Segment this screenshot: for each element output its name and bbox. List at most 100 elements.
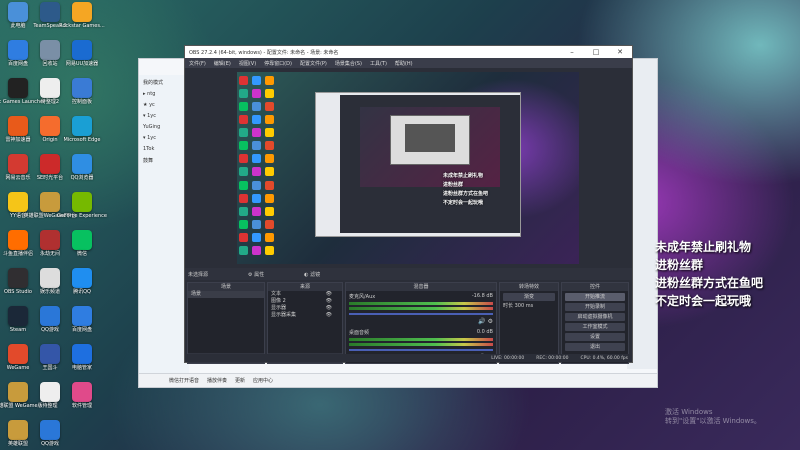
desktop-icon[interactable]: 此电脑: [2, 2, 34, 42]
desktop-icon[interactable]: 软件管理: [66, 382, 98, 422]
obs-window: OBS 27.2.4 (64-bit, windows) - 配置文件: 未命名…: [184, 45, 633, 364]
obs-title: OBS 27.2.4 (64-bit, windows) - 配置文件: 未命名…: [189, 49, 339, 56]
background-bottom-bar: 微信打开语音 播放伴奏 更新 应用中心: [139, 373, 657, 387]
preview-app-icon: [252, 128, 261, 138]
desktop-icon[interactable]: Epic Games Launcher: [0, 78, 45, 118]
control-button[interactable]: 退出: [565, 343, 625, 351]
gear-icon[interactable]: ⚙: [486, 318, 493, 325]
menu-item[interactable]: 工具(T): [370, 60, 387, 67]
eye-icon[interactable]: 👁: [326, 312, 332, 319]
control-button[interactable]: 开始录制: [565, 303, 625, 311]
desktop-icon-label: 腾讯QQ: [73, 289, 91, 295]
source-item[interactable]: 图像 2 👁: [268, 298, 342, 305]
preview-app-icon: [252, 232, 261, 242]
control-button[interactable]: 开始推流: [565, 293, 625, 301]
desktop-icon[interactable]: 腾讯QQ: [66, 268, 98, 308]
menu-item[interactable]: 文件(F): [189, 60, 206, 67]
volume-slider[interactable]: [349, 349, 493, 351]
bottom-bar-item[interactable]: 应用中心: [253, 377, 273, 384]
desktop-icon[interactable]: 待整理2: [34, 78, 66, 118]
scene-item[interactable]: 场景: [188, 291, 264, 298]
preview-nested-window: [315, 92, 521, 237]
desktop-icon[interactable]: Rockstar Games...: [59, 2, 105, 42]
close-icon[interactable]: ✕: [608, 48, 632, 56]
desktop-icon-label: Steam: [9, 327, 27, 333]
contact-list-item[interactable]: ★ yc: [143, 102, 185, 108]
desktop-icon[interactable]: 英雄联盟WeGame平台: [24, 192, 76, 232]
preview-app-icon: [265, 128, 274, 138]
contact-list-item[interactable]: 我的模式: [143, 79, 185, 86]
source-item[interactable]: 显示器采集 👁: [268, 312, 342, 319]
control-button[interactable]: 工作室模式: [565, 323, 625, 331]
speaker-icon[interactable]: 🔊: [478, 318, 485, 325]
bottom-bar-item[interactable]: 更新: [235, 377, 245, 384]
desktop-icon[interactable]: Origin: [34, 116, 66, 156]
desktop-icon[interactable]: Steam: [2, 306, 34, 346]
contact-list-item[interactable]: ▾ 1yc: [143, 135, 185, 141]
desktop-icon-label: 斗鱼直播伴侣: [2, 251, 33, 257]
desktop-icon[interactable]: 微信: [66, 230, 98, 270]
control-button[interactable]: 启动虚拟摄像机: [565, 313, 625, 321]
preview-app-icon: [252, 245, 261, 255]
contact-list-item[interactable]: ▸ ntg: [143, 91, 185, 97]
desktop-icon[interactable]: OBS Studio: [2, 268, 34, 308]
desktop-icon[interactable]: 电脑管家: [66, 344, 98, 384]
contact-list-item[interactable]: 鼓舞: [143, 157, 185, 164]
source-item[interactable]: 显示器 👁: [268, 305, 342, 312]
desktop-icon[interactable]: 雷神加速器: [2, 116, 34, 156]
obs-title-bar[interactable]: OBS 27.2.4 (64-bit, windows) - 配置文件: 未命名…: [185, 46, 632, 58]
desktop-icon[interactable]: 百度网盘: [66, 306, 98, 346]
desktop-icon[interactable]: WeGame: [2, 344, 34, 384]
volume-slider[interactable]: [349, 313, 493, 315]
desktop-icon[interactable]: 网易UU加速器: [66, 40, 98, 80]
transition-select[interactable]: 渐变: [503, 293, 555, 301]
bottom-bar-item[interactable]: 播放伴奏: [207, 377, 227, 384]
menu-item[interactable]: 场景集合(S): [335, 60, 362, 67]
app-icon: [72, 192, 92, 212]
desktop-icon[interactable]: 待整理: [34, 382, 66, 422]
desktop-icon[interactable]: YY语音: [2, 192, 34, 232]
maximize-icon[interactable]: □: [584, 48, 608, 56]
app-icon: [72, 382, 92, 402]
menu-item[interactable]: 帮助(H): [395, 60, 413, 67]
desktop-icon[interactable]: GeForce Experience: [57, 192, 107, 232]
desktop-icon[interactable]: 控制面板: [66, 78, 98, 118]
desktop-icon[interactable]: SE时光平台: [34, 154, 66, 194]
app-icon: [40, 2, 60, 22]
desktop-icon[interactable]: 王国斗: [34, 344, 66, 384]
desktop-icon[interactable]: 网易云音乐: [2, 154, 34, 194]
transition-duration[interactable]: 时长 300 ms: [500, 303, 558, 310]
desktop-icon[interactable]: QQ游戏: [34, 306, 66, 346]
control-button[interactable]: 设置: [565, 333, 625, 341]
properties-button[interactable]: ⚙ 属性: [248, 271, 264, 278]
filters-button[interactable]: ◐ 滤镜: [304, 271, 320, 278]
desktop-icon[interactable]: 英雄联盟: [2, 420, 34, 450]
desktop-icon[interactable]: 斗鱼直播伴侣: [2, 230, 34, 270]
desktop-icon[interactable]: QQ浏览器: [66, 154, 98, 194]
desktop-icon[interactable]: QQ游戏: [34, 420, 66, 450]
eye-icon[interactable]: 👁: [326, 291, 332, 298]
transitions-dock: 转场特效 渐变 时长 300 ms: [499, 282, 559, 364]
desktop-icon[interactable]: 永劫无间: [34, 230, 66, 270]
minimize-icon[interactable]: –: [560, 48, 584, 56]
desktop-icon[interactable]: TeamSpeak 3: [33, 2, 67, 42]
preview-caption: 未成年禁止刷礼物 进粉丝群 进粉丝群方式在鱼吧 不定时会一起玩哦: [443, 172, 488, 208]
contact-list-item[interactable]: ▾ 1yc: [143, 113, 185, 119]
desktop-icon-label: 微信: [76, 251, 87, 257]
bottom-bar-item[interactable]: 微信打开语音: [169, 377, 199, 384]
obs-preview[interactable]: 未成年禁止刷礼物 进粉丝群 进粉丝群方式在鱼吧 不定时会一起玩哦: [237, 72, 579, 264]
contact-list-item[interactable]: 1Tok: [143, 146, 185, 152]
eye-icon[interactable]: 👁: [326, 305, 332, 312]
desktop-icon[interactable]: Microsoft Edge: [64, 116, 100, 156]
desktop-icon[interactable]: 百度网盘: [2, 40, 34, 80]
desktop-icon[interactable]: 娱乐频道: [34, 268, 66, 308]
desktop-icon[interactable]: 回收站: [34, 40, 66, 80]
menu-item[interactable]: 配置文件(P): [300, 60, 327, 67]
eye-icon[interactable]: 👁: [326, 298, 332, 305]
menu-item[interactable]: 停靠窗口(D): [264, 60, 292, 67]
menu-item[interactable]: 编辑(E): [214, 60, 231, 67]
menu-item[interactable]: 视图(V): [239, 60, 256, 67]
source-item[interactable]: 文本 👁: [268, 291, 342, 298]
contact-list-item[interactable]: YuGing: [143, 124, 185, 130]
desktop-icon[interactable]: 英雄联盟 WeGame版: [0, 382, 43, 422]
